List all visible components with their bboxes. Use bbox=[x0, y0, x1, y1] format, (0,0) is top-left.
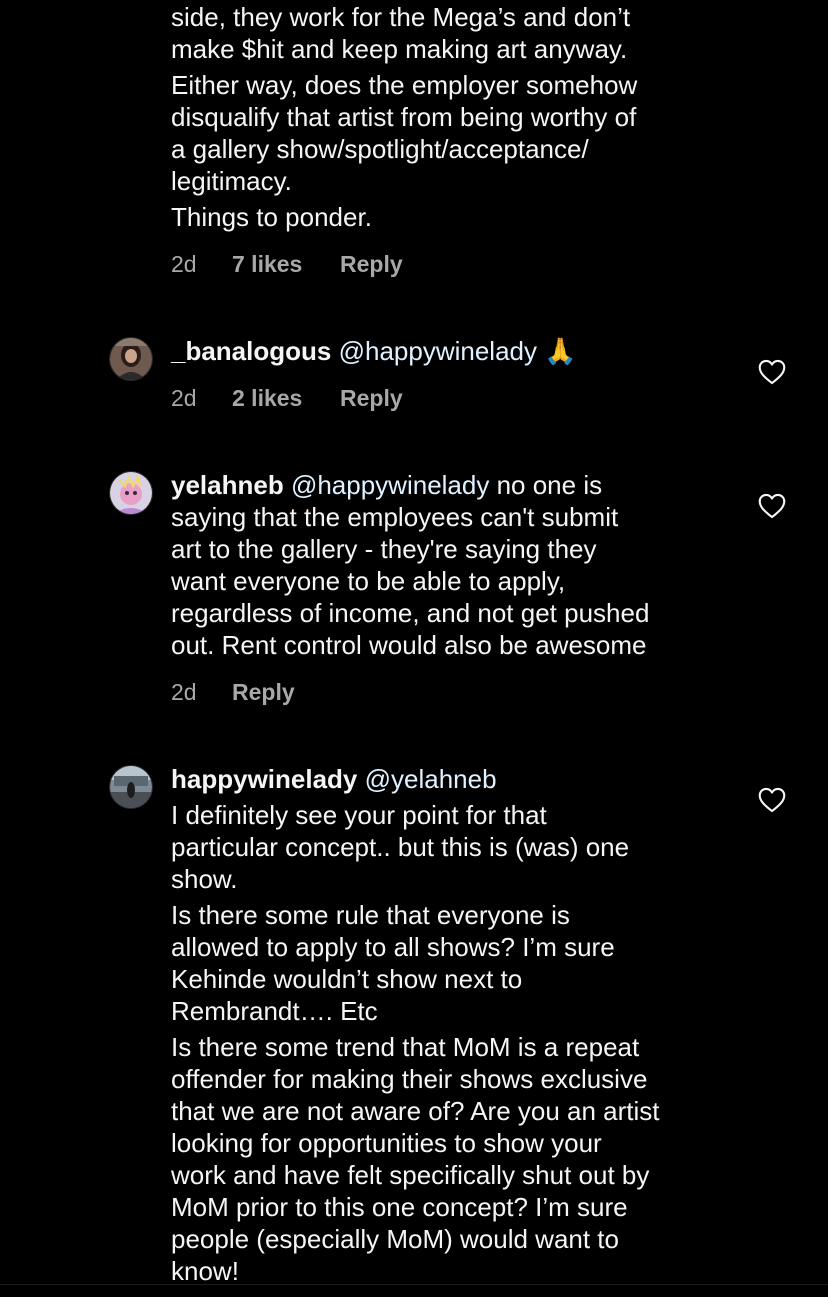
comment-text-line: out. Rent control would also be awesome bbox=[171, 630, 647, 660]
comment-text-line: make $hit and keep making art anyway. bbox=[171, 34, 628, 64]
comment-text-line: Is there some trend that MoM is a repeat bbox=[171, 1032, 640, 1062]
comment-text-line: people (especially MoM) would want to bbox=[171, 1224, 619, 1254]
comment-text-line: particular concept.. but this is (was) o… bbox=[171, 832, 630, 862]
mention-link[interactable]: @yelahneb bbox=[365, 764, 497, 794]
comment-text-line: art to the gallery - they're saying they bbox=[171, 534, 597, 564]
heart-outline-icon[interactable] bbox=[758, 493, 786, 519]
comment-text-line: a gallery show/spotlight/acceptance/ bbox=[171, 134, 589, 164]
comment-text-line: Rembrandt…. Etc bbox=[171, 996, 378, 1026]
comment-text-line: Things to ponder. bbox=[171, 202, 372, 232]
bottom-divider bbox=[0, 1284, 828, 1297]
reply-button[interactable]: Reply bbox=[340, 384, 403, 412]
username-link[interactable]: _banalogous bbox=[171, 336, 331, 366]
heart-outline-icon[interactable] bbox=[758, 787, 786, 813]
comment-timestamp: 2d bbox=[171, 251, 197, 277]
avatar[interactable] bbox=[109, 765, 153, 809]
comment-text-line: happywinelady @yelahneb bbox=[171, 763, 497, 795]
comment-text-line: show. bbox=[171, 864, 238, 894]
comment-text-line: _banalogous @happywinelady 🙏 bbox=[171, 335, 577, 367]
reply-button[interactable]: Reply bbox=[340, 250, 403, 278]
comment-text-line: saying that the employees can't submit bbox=[171, 502, 619, 532]
avatar[interactable] bbox=[109, 471, 153, 515]
comment-text-line: work and have felt specifically shut out… bbox=[171, 1160, 650, 1190]
comment-text-line: that we are not aware of? Are you an art… bbox=[171, 1096, 660, 1126]
comment-text-line: yelahneb @happywinelady no one is bbox=[171, 469, 602, 501]
avatar[interactable] bbox=[109, 337, 153, 381]
heart-outline-icon[interactable] bbox=[758, 359, 786, 385]
folded-hands-emoji-icon: 🙏 bbox=[544, 336, 577, 366]
comment-text-line: know! bbox=[171, 1256, 239, 1286]
likes-count-link[interactable]: 2 likes bbox=[232, 384, 302, 412]
comment-text-line: Either way, does the employer somehow bbox=[171, 70, 638, 100]
comment-text-line: side, they work for the Mega’s and don’t bbox=[171, 2, 631, 32]
likes-count-link[interactable]: 7 likes bbox=[232, 250, 302, 278]
username-link[interactable]: happywinelady bbox=[171, 764, 357, 794]
reply-button[interactable]: Reply bbox=[232, 678, 295, 706]
comment-text-line: I definitely see your point for that bbox=[171, 800, 547, 830]
comment-text-line: disqualify that artist from being worthy… bbox=[171, 102, 637, 132]
mention-link[interactable]: @happywinelady bbox=[291, 470, 489, 500]
comment-text-line: Is there some rule that everyone is bbox=[171, 900, 570, 930]
comment-text-line: want everyone to be able to apply, bbox=[171, 566, 566, 596]
comment-text-line: MoM prior to this one concept? I’m sure bbox=[171, 1192, 628, 1222]
comment-timestamp: 2d bbox=[171, 385, 197, 411]
comment-text-line: Kehinde wouldn’t show next to bbox=[171, 964, 523, 994]
comment-text: no one is bbox=[489, 470, 603, 500]
comment-text-line: looking for opportunities to show your bbox=[171, 1128, 602, 1158]
comment-timestamp: 2d bbox=[171, 679, 197, 705]
comment-text-line: regardless of income, and not get pushed bbox=[171, 598, 650, 628]
username-link[interactable]: yelahneb bbox=[171, 470, 284, 500]
comment-text-line: offender for making their shows exclusiv… bbox=[171, 1064, 648, 1094]
mention-link[interactable]: @happywinelady bbox=[339, 336, 537, 366]
comment-text-line: legitimacy. bbox=[171, 166, 292, 196]
comment-text-line: allowed to apply to all shows? I’m sure bbox=[171, 932, 615, 962]
